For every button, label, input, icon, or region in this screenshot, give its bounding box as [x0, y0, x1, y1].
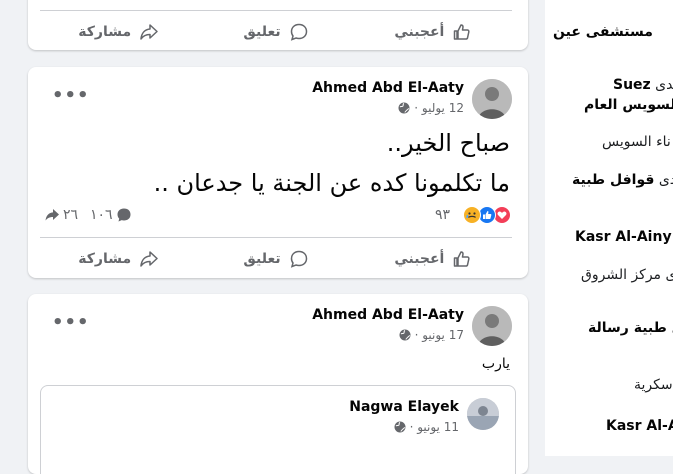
post-date[interactable]: 17 يونيو ·	[415, 328, 464, 342]
avatar-photo-icon	[472, 79, 512, 119]
more-options-button[interactable]: •••	[52, 312, 90, 333]
shared-author[interactable]: Nagwa Elayek	[349, 399, 459, 415]
thumbs-up-icon	[454, 24, 470, 40]
avatar[interactable]	[472, 79, 512, 119]
comment-button[interactable]: تعليق	[197, 238, 354, 278]
comments-count-value: ١٠٦	[90, 207, 113, 223]
haha-reaction-icon	[463, 206, 481, 224]
avatar[interactable]	[472, 306, 512, 346]
shares-count[interactable]: ٢٦	[44, 207, 78, 223]
globe-icon	[398, 102, 410, 114]
sidebar-item[interactable]: لدى Suez	[613, 77, 673, 93]
post-text-line2: ما تكلمونا كده عن الجنة يا جدعان ..	[153, 169, 510, 197]
sidebar-item-line: السويس العام	[584, 97, 673, 113]
sidebar-item[interactable]: ل طبية رسالة	[588, 320, 673, 336]
share-button[interactable]: مشاركة	[40, 11, 197, 50]
more-options-button[interactable]: •••	[52, 85, 90, 106]
like-button[interactable]: أعجبني	[355, 11, 512, 50]
comment-icon	[290, 23, 307, 41]
sidebar-item[interactable]: مستشفى عين	[553, 24, 653, 40]
post-text-line1: صباح الخير..	[386, 129, 510, 157]
avatar-photo-icon	[472, 306, 512, 346]
share-label: مشاركة	[78, 251, 132, 267]
thumbs-up-icon	[454, 251, 470, 267]
previous-post-actions: أعجبني تعليق مشاركة	[40, 10, 512, 50]
sidebar-item[interactable]: لدى قوافل طبية	[572, 172, 673, 188]
post-date[interactable]: 12 يوليو ·	[414, 101, 464, 115]
comment-icon	[290, 250, 307, 268]
globe-icon	[399, 329, 411, 341]
comment-label: تعليق	[243, 251, 281, 267]
post-actions: أعجبني تعليق مشاركة	[40, 237, 512, 278]
post-text: يارب	[481, 356, 510, 372]
like-button[interactable]: أعجبني	[355, 238, 512, 278]
previous-post-card: أعجبني تعليق مشاركة	[28, 0, 528, 50]
shared-post[interactable]: Nagwa Elayek 11 يونيو ·	[40, 385, 516, 474]
comments-count[interactable]: ١٠٦	[90, 207, 132, 223]
post-meta: 17 يونيو ·	[399, 328, 464, 342]
shared-avatar[interactable]	[467, 398, 499, 430]
post-card: Ahmed Abd El-Aaty 12 يوليو · ••• صباح ال…	[28, 67, 528, 278]
share-label: مشاركة	[78, 24, 132, 40]
post-author[interactable]: Ahmed Abd El-Aaty	[312, 80, 464, 96]
sidebar-item[interactable]: سكرية	[634, 377, 673, 393]
like-label: أعجبني	[394, 251, 445, 267]
shared-avatar-photo-icon	[467, 398, 499, 430]
sidebar-item[interactable]: Kasr Al-Ai	[606, 418, 673, 434]
comment-bubble-icon	[117, 208, 131, 222]
like-label: أعجبني	[394, 24, 445, 40]
sidebar-item[interactable]: لدى مركز الشروق	[581, 267, 673, 283]
post-card: Ahmed Abd El-Aaty 17 يونيو · ••• يارب Na…	[28, 294, 528, 474]
comment-label: تعليق	[243, 24, 281, 40]
sidebar-item[interactable]: Kasr Al-Ainy M	[575, 229, 673, 245]
post-meta: 12 يوليو ·	[398, 101, 464, 115]
globe-icon	[394, 421, 406, 433]
shared-meta: 11 يونيو ·	[394, 420, 459, 434]
share-icon	[140, 24, 158, 40]
share-button[interactable]: مشاركة	[40, 238, 197, 278]
share-arrow-icon	[45, 209, 59, 221]
sidebar-item[interactable]: ناء السويس	[602, 134, 671, 150]
share-icon	[140, 251, 158, 267]
shares-count-value: ٢٦	[63, 207, 79, 223]
reactions-count[interactable]: ٩٣	[435, 207, 450, 223]
right-sidebar: مستشفى عين لدى Suez السويس العام ناء الس…	[545, 0, 673, 456]
comment-button[interactable]: تعليق	[197, 11, 354, 50]
shared-date[interactable]: 11 يونيو ·	[410, 420, 459, 434]
post-author[interactable]: Ahmed Abd El-Aaty	[312, 307, 464, 323]
reaction-icons[interactable]	[463, 206, 511, 224]
